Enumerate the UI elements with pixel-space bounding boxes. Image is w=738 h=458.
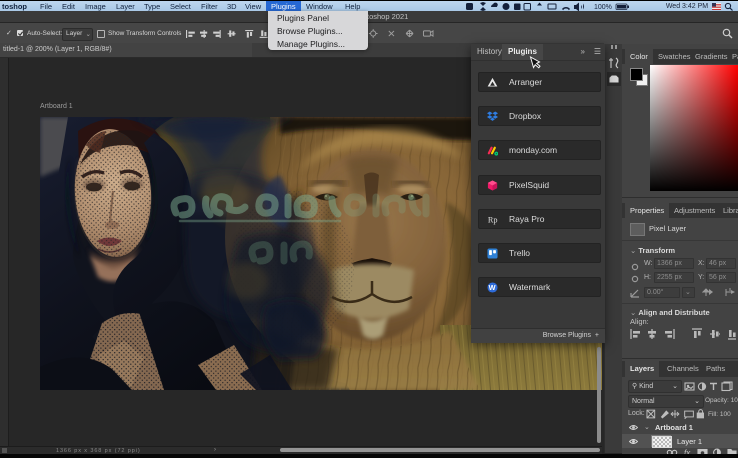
svg-text:100%: 100%: [594, 4, 612, 11]
svg-text:Rp: Rp: [488, 215, 498, 224]
svg-text:W: W: [489, 283, 496, 292]
